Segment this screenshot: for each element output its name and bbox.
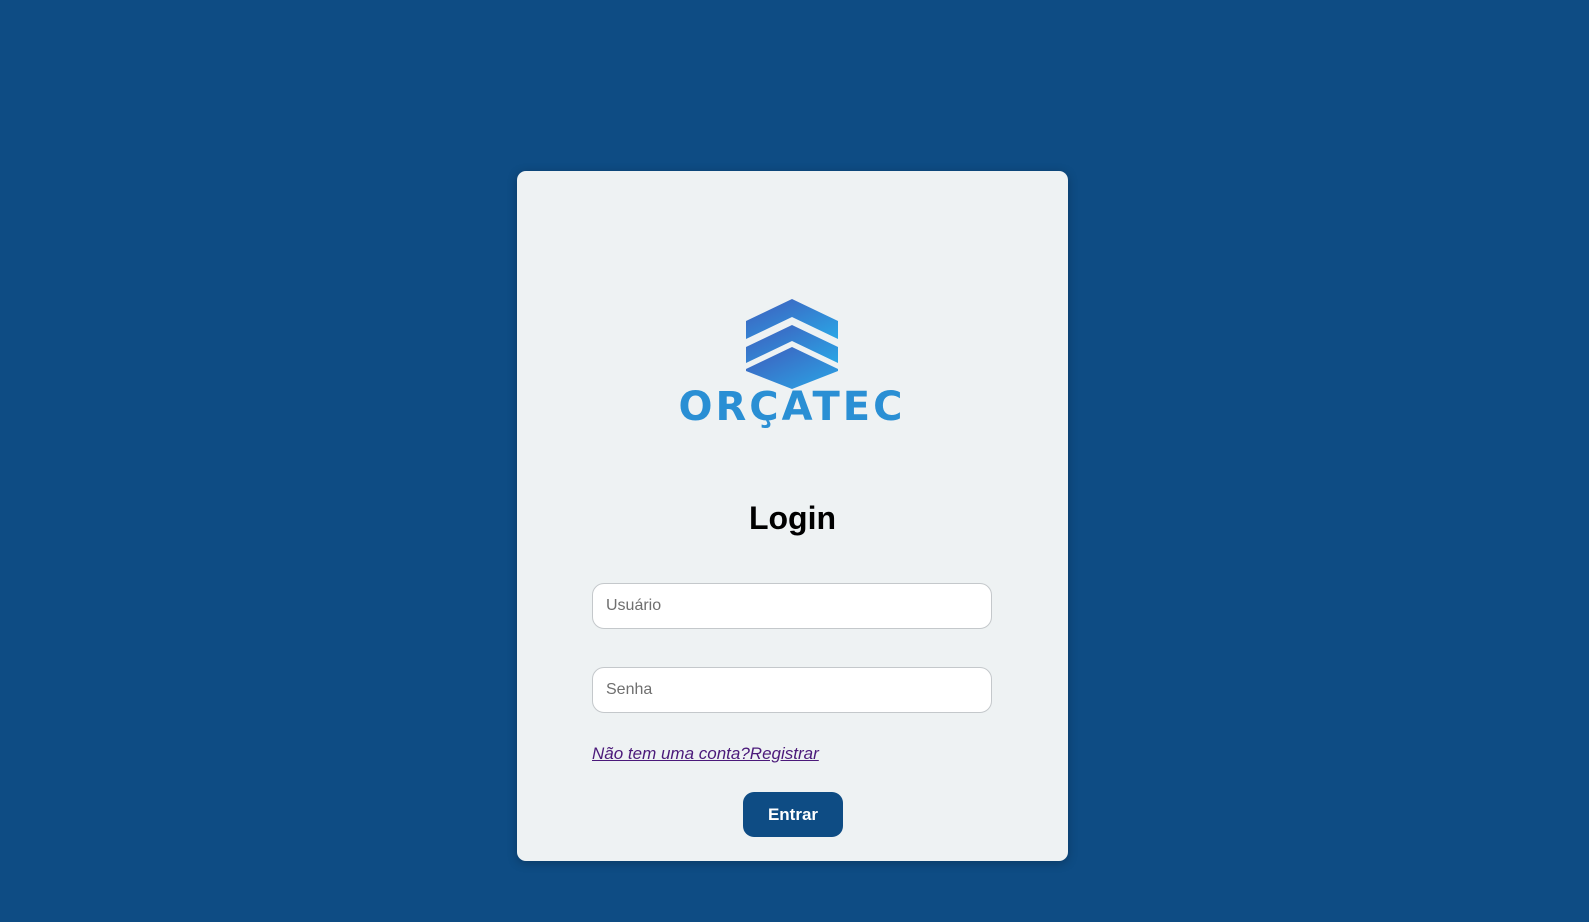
password-input[interactable] [592, 667, 992, 713]
brand-wordmark: ORÇATEC [678, 384, 906, 430]
page-title: Login [748, 500, 837, 536]
username-input[interactable] [592, 583, 992, 629]
login-button[interactable]: Entrar [743, 792, 843, 837]
brand-logo: ORÇATEC [677, 299, 907, 445]
login-card: ORÇATEC Login Não tem uma conta?Registra… [517, 171, 1068, 861]
register-link[interactable]: Não tem uma conta?Registrar [592, 744, 819, 764]
hexagon-logo-icon [746, 299, 838, 389]
